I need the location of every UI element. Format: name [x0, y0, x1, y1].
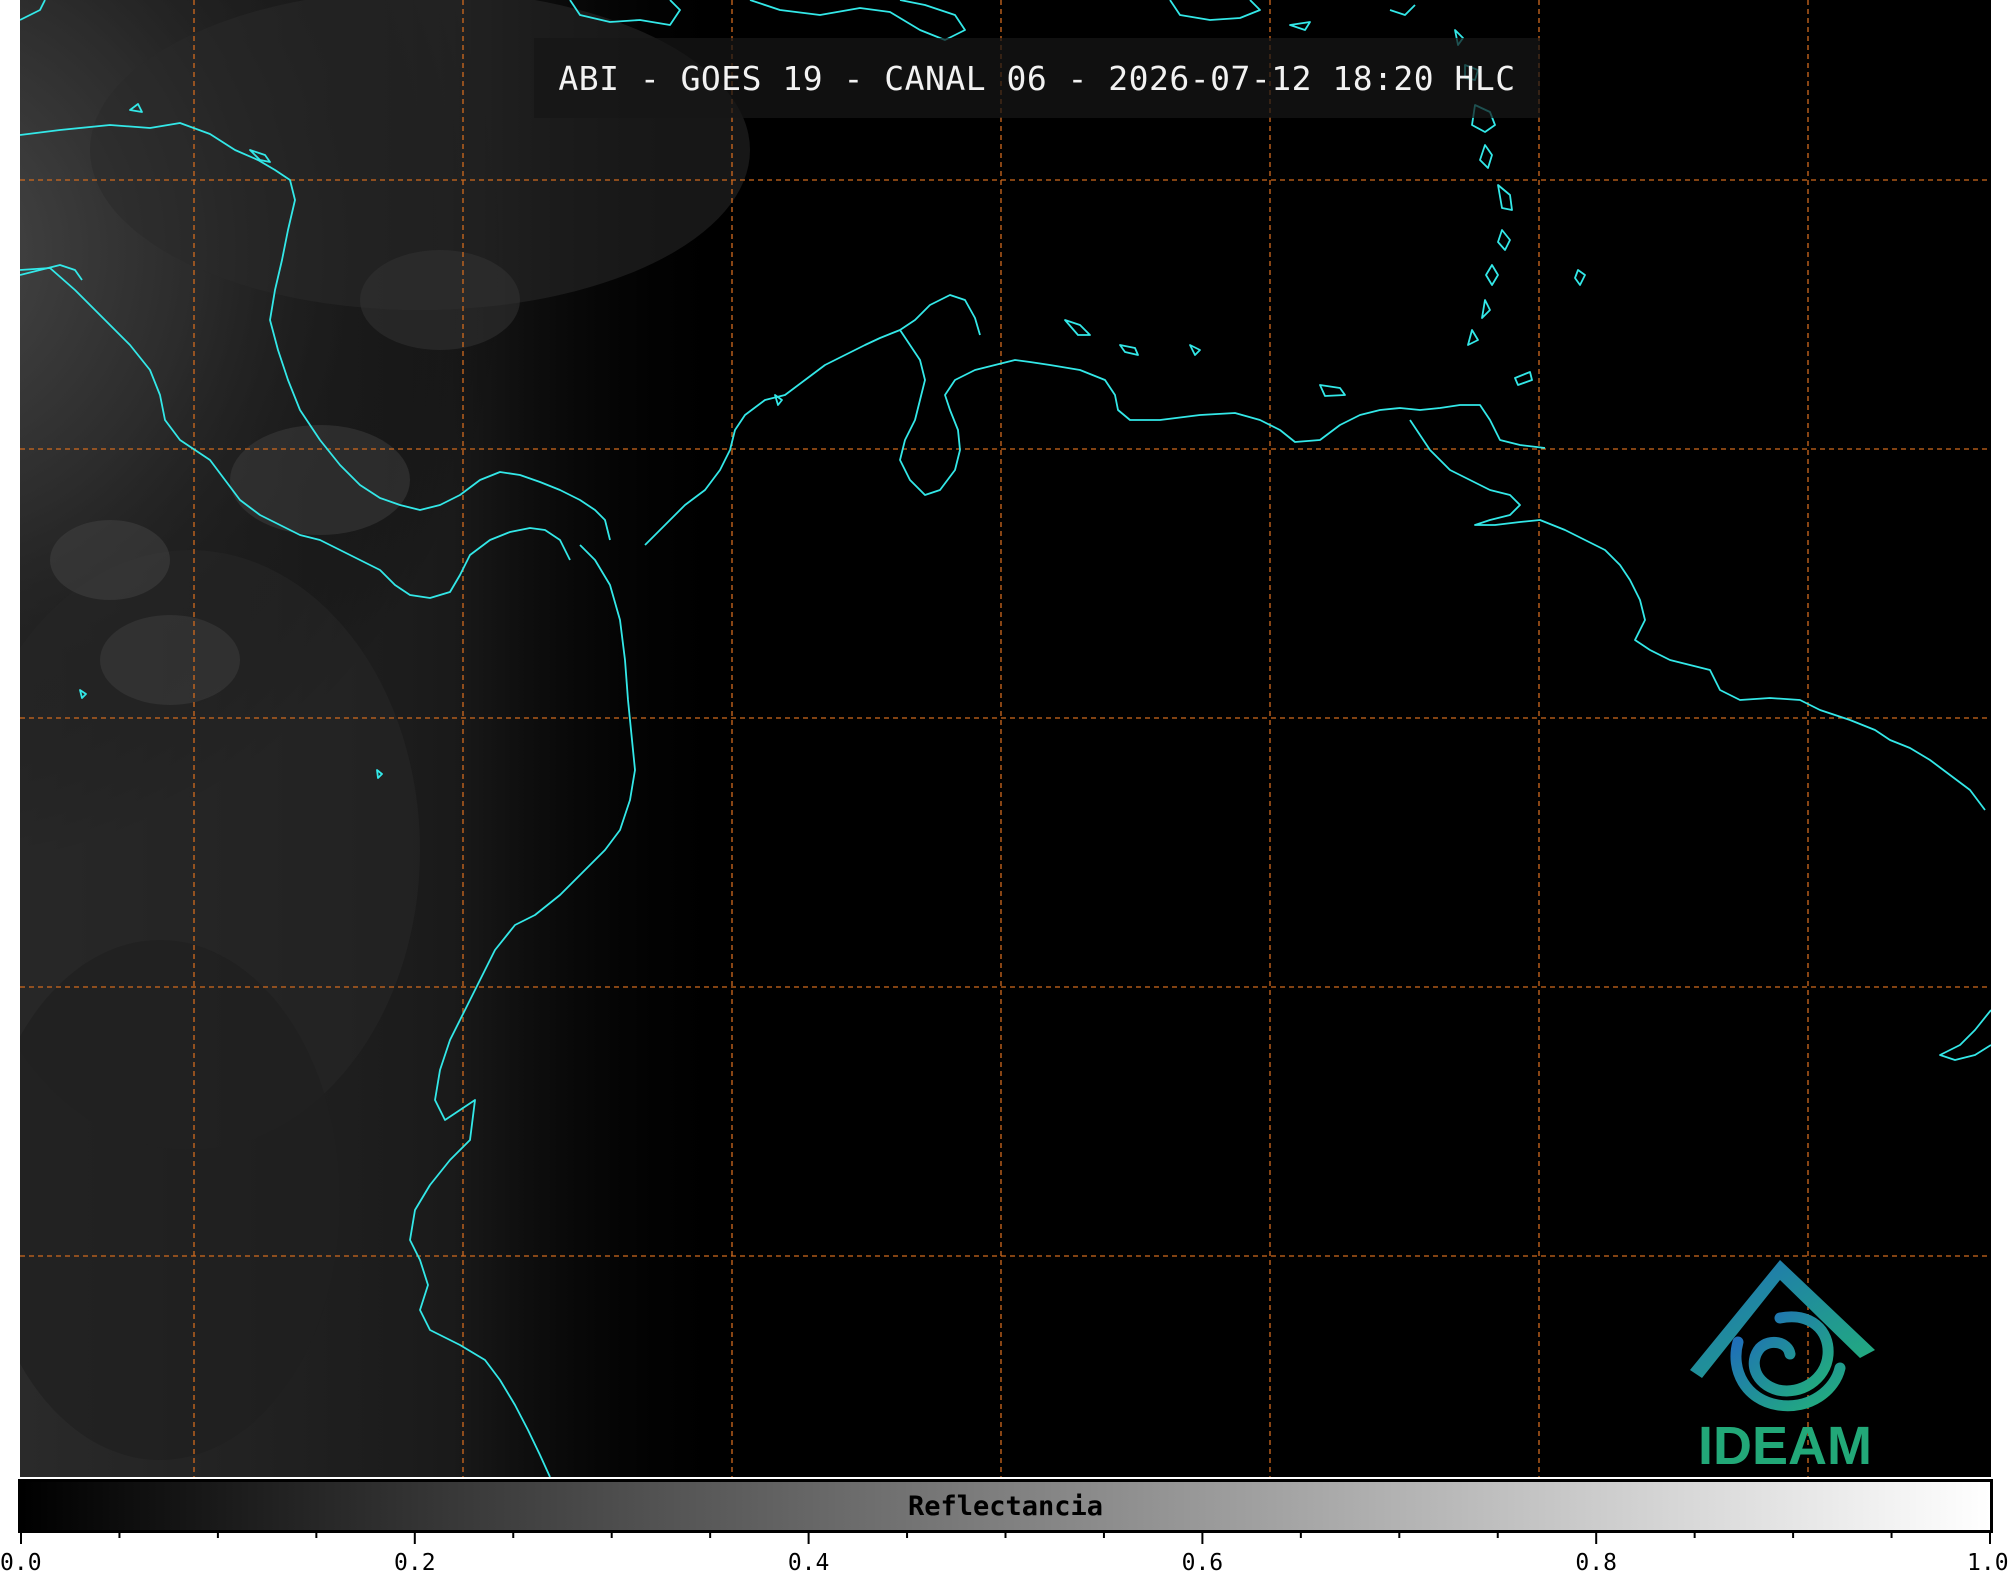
colorbar-tick-label: 0.0: [0, 1550, 42, 1576]
ideam-logo-icon: IDEAM: [1660, 1250, 1910, 1476]
colorbar-ticks: [20, 1530, 1991, 1544]
ideam-logo-mark: [1690, 1260, 1875, 1412]
coastline-antilles-4: [1479, 144, 1493, 169]
coastline-brazil-fragment: [1939, 1009, 1991, 1061]
coastline-barbados: [1574, 269, 1586, 286]
satellite-map: ABI - GOES 19 - CANAL 06 - 2026-07-12 18…: [20, 0, 1991, 1477]
coastline-antilles-7: [1485, 264, 1499, 286]
colorbar-label: Reflectancia: [907, 1490, 1104, 1522]
colorbar-tick-label: 0.4: [787, 1550, 830, 1576]
coastline-hispaniola-fragment: [1169, 0, 1261, 21]
coastline-tobago: [1514, 371, 1533, 386]
cloud-patch-3: [50, 520, 170, 600]
coastline-island-2: [1289, 21, 1311, 31]
logo-text: IDEAM: [1698, 1416, 1872, 1476]
colorbar-tick-label: 0.2: [394, 1550, 436, 1576]
coastline-venezuela-east: [1409, 419, 1986, 811]
cloud-patch-2: [230, 425, 410, 535]
colorbar-tick-label: 0.8: [1575, 1550, 1617, 1576]
coastline-antilles-9: [1467, 329, 1479, 346]
coastline-antilles-5: [1497, 184, 1513, 211]
coastline-island-bonaire: [1189, 344, 1201, 356]
coastline-guajira: [899, 329, 1546, 496]
page-title: ABI - GOES 19 - CANAL 06 - 2026-07-12 18…: [558, 58, 1516, 98]
coastline-antilles-8: [1481, 299, 1491, 319]
colorbar-tick-label: 1.0: [1967, 1550, 2009, 1576]
coastline-island-margarita: [1319, 384, 1346, 397]
coastline-island-aruba: [1064, 319, 1091, 336]
coastline-island-1: [1389, 4, 1416, 16]
cloud-patch-1: [100, 615, 240, 705]
coastline-island-curacao: [1119, 344, 1139, 356]
cloud-patch-4: [360, 250, 520, 350]
coastline-antilles-6: [1497, 229, 1511, 251]
title-banner: ABI - GOES 19 - CANAL 06 - 2026-07-12 18…: [534, 38, 1540, 118]
coastline-jamaica-fragment: [749, 0, 966, 41]
logo-swirl: [1730, 1311, 1846, 1412]
colorbar: Reflectancia: [18, 1479, 1993, 1533]
colorbar-tick-label: 0.6: [1181, 1550, 1224, 1576]
